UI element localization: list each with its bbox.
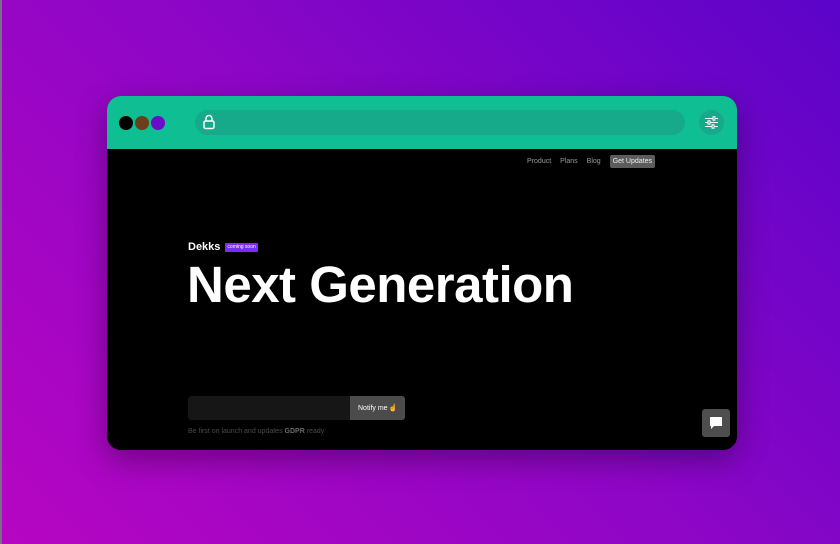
footnote-prefix: Be first on launch and updates [188,428,283,435]
page-content: Product Plans Blog Get Updates Dekks com… [107,149,737,450]
signup-form: Notify me ☝ [188,396,406,420]
window-minimize-dot[interactable] [135,116,149,130]
window-close-dot[interactable] [119,116,133,130]
chat-bubble-icon [710,417,722,429]
notify-me-label: Notify me [358,404,388,412]
top-nav: Product Plans Blog Get Updates [527,155,655,168]
window-maximize-dot[interactable] [151,116,165,130]
left-edge-divider [0,0,2,544]
address-bar[interactable] [195,110,685,135]
coming-soon-badge: coming soon [225,242,258,252]
get-updates-button[interactable]: Get Updates [609,155,655,168]
footnote-gdpr: GDPR [284,428,305,435]
chat-button[interactable] [702,409,730,437]
email-input[interactable] [188,396,350,420]
sliders-icon [705,116,718,129]
browser-window: Product Plans Blog Get Updates Dekks com… [107,96,737,450]
brand-row: Dekks coming soon [188,241,258,253]
footnote-suffix: ready [306,428,325,435]
lock-icon [202,114,216,130]
hero-headline: Next Generation [187,256,574,313]
nav-link-product[interactable]: Product [527,158,551,165]
nav-link-plans[interactable]: Plans [560,158,578,165]
brand-name: Dekks [188,241,221,253]
nav-link-blog[interactable]: Blog [587,158,601,165]
settings-button[interactable] [699,110,724,135]
browser-titlebar [107,96,737,149]
notify-me-button[interactable]: Notify me ☝ [350,396,406,420]
signup-footnote: Be first on launch and updates GDPR read… [188,428,324,435]
pointing-finger-icon: ☝ [388,405,398,412]
